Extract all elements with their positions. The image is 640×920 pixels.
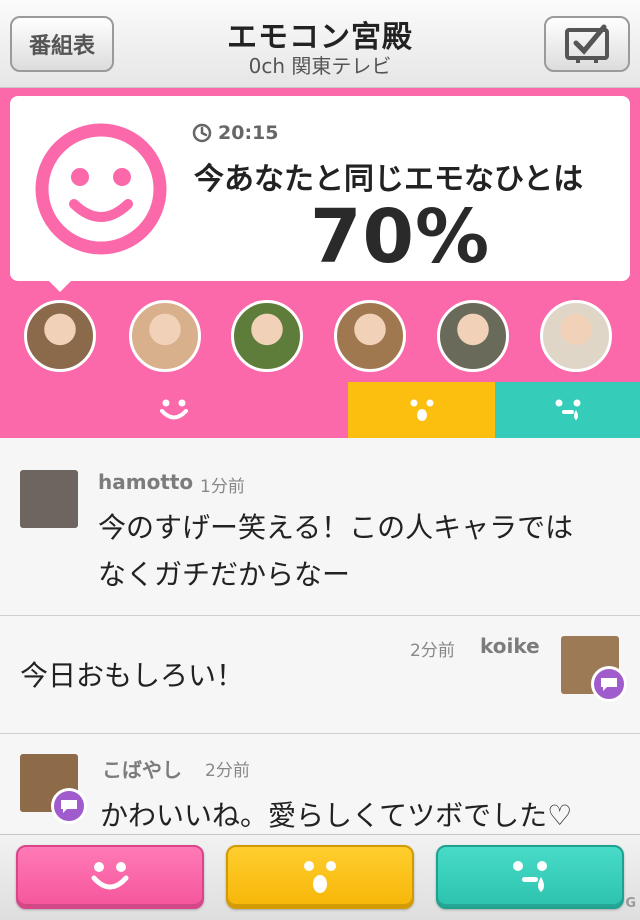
sad-face-icon [513,861,547,892]
time-label: 20:15 [218,122,279,144]
speech-bubble-icon [51,788,87,824]
emotion-panel: 20:15 今あなたと同じエモなひとは 70% [0,88,640,438]
tv-check-icon [565,24,609,63]
sad-button[interactable] [436,845,624,909]
small-smile-icon [160,399,188,420]
comment-avatar[interactable] [20,470,78,528]
avatar-6[interactable] [540,300,612,372]
speech-bubble-icon [591,666,627,702]
comment-time: 2分前 [410,641,455,661]
card-pointer [46,278,74,292]
avatar-4[interactable] [334,300,406,372]
tab-surprised[interactable] [348,382,495,438]
big-smile-icon [35,123,167,255]
surprised-button[interactable] [226,845,414,909]
small-sad-icon [555,399,580,420]
comment-time: 1分前 [200,477,245,497]
tv-checkin-button[interactable] [544,16,630,72]
happy-face-icon [91,862,129,890]
comment-user[interactable]: koike [480,634,540,658]
comment-time: 2分前 [205,761,250,781]
comment-user[interactable]: こばやし [102,754,182,783]
tab-sad[interactable] [495,382,640,438]
watermark: G [625,896,636,911]
small-surprised-icon [410,399,433,421]
comment-list[interactable]: hamotto 1分前 今のすげー笑える！この人キャラでは なくガチだからなー … [0,438,640,834]
match-percent: 70% [310,194,491,280]
emotion-tabs [0,382,640,438]
comment-text-line: なくガチだからなー [98,558,351,591]
comment-text-line: 今のすげー笑える！この人キャラでは [98,511,574,544]
comment-text: 今のすげー笑える！この人キャラでは なくガチだからなー [98,504,573,598]
avatar-2[interactable] [129,300,201,372]
summary-card: 20:15 今あなたと同じエモなひとは 70% [10,96,630,281]
comment-text: 今日おもしろい！ [20,659,245,692]
avatar-row [0,300,640,374]
clock-icon [192,123,212,143]
comment-text: かわいいね。愛らしくてツボでした♡ [100,799,573,832]
emotion-button-bar [0,834,640,920]
avatar-1[interactable] [24,300,96,372]
comment-item: こばやし 2分前 かわいいね。愛らしくてツボでした♡ [0,734,640,834]
tab-happy[interactable] [0,382,348,438]
avatar-5[interactable] [437,300,509,372]
comment-user[interactable]: hamotto [98,470,193,494]
comment-item: 2分前 koike 今日おもしろい！ [0,616,640,734]
top-header: 番組表 エモコン宮殿 0ch 関東テレビ [0,0,640,88]
happy-button[interactable] [16,845,204,909]
avatar-3[interactable] [231,300,303,372]
comment-item: hamotto 1分前 今のすげー笑える！この人キャラでは なくガチだからなー [0,438,640,616]
headline: 今あなたと同じエモなひとは [194,162,584,197]
surprised-face-icon [304,861,336,893]
time-row: 20:15 [192,122,278,144]
